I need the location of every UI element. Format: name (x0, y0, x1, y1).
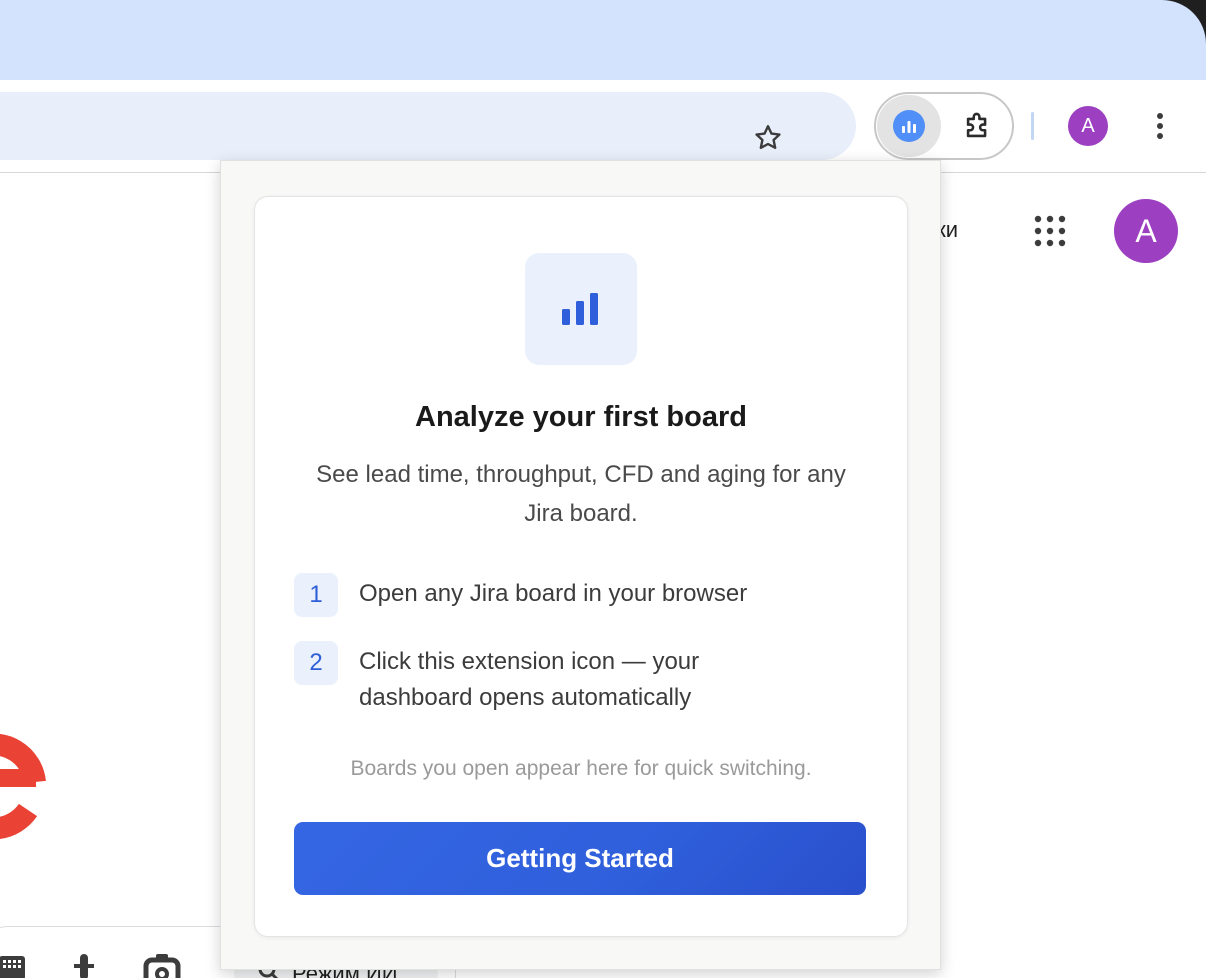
puzzle-icon[interactable] (956, 106, 1000, 146)
boards-hint: Boards you open appear here for quick sw… (350, 757, 812, 780)
card-title: Analyze your first board (415, 401, 747, 433)
bar-chart-icon (525, 253, 637, 365)
apps-grid-icon[interactable] (1030, 211, 1070, 251)
extensions-group (874, 92, 1014, 160)
bookmark-star-icon[interactable] (746, 116, 790, 160)
logo-fragment (0, 710, 50, 850)
step-text: Open any Jira board in your browser (359, 580, 748, 607)
toolbar-divider (1031, 112, 1034, 140)
bar-chart-icon (893, 110, 925, 142)
getting-started-button[interactable]: Getting Started (294, 822, 866, 895)
step-text: Click this extension icon — your dashboa… (359, 648, 700, 711)
keyboard-icon[interactable] (0, 952, 32, 978)
step-1: 1 Open any Jira board in your browser (294, 573, 854, 617)
profile-avatar[interactable]: A (1068, 106, 1108, 146)
card-subtitle: See lead time, throughput, CFD and aging… (316, 461, 846, 527)
page-profile-avatar[interactable]: A (1114, 199, 1178, 263)
onboarding-card: Analyze your first board See lead time, … (254, 196, 908, 937)
page-profile-initial: A (1135, 212, 1157, 249)
profile-initial: A (1081, 114, 1095, 137)
more-vert-icon[interactable] (1144, 106, 1176, 146)
window-corner (1146, 0, 1206, 80)
jira-analytics-extension-button[interactable] (877, 95, 941, 157)
microphone-icon[interactable] (64, 952, 104, 978)
tab-strip (0, 0, 1206, 80)
step-number: 1 (294, 573, 338, 617)
extension-popup: Analyze your first board See lead time, … (220, 160, 941, 970)
address-bar[interactable] (0, 92, 856, 160)
step-number: 2 (294, 641, 338, 685)
step-2: 2 Click this extension icon — your dashb… (294, 641, 854, 716)
camera-icon[interactable] (142, 952, 182, 978)
